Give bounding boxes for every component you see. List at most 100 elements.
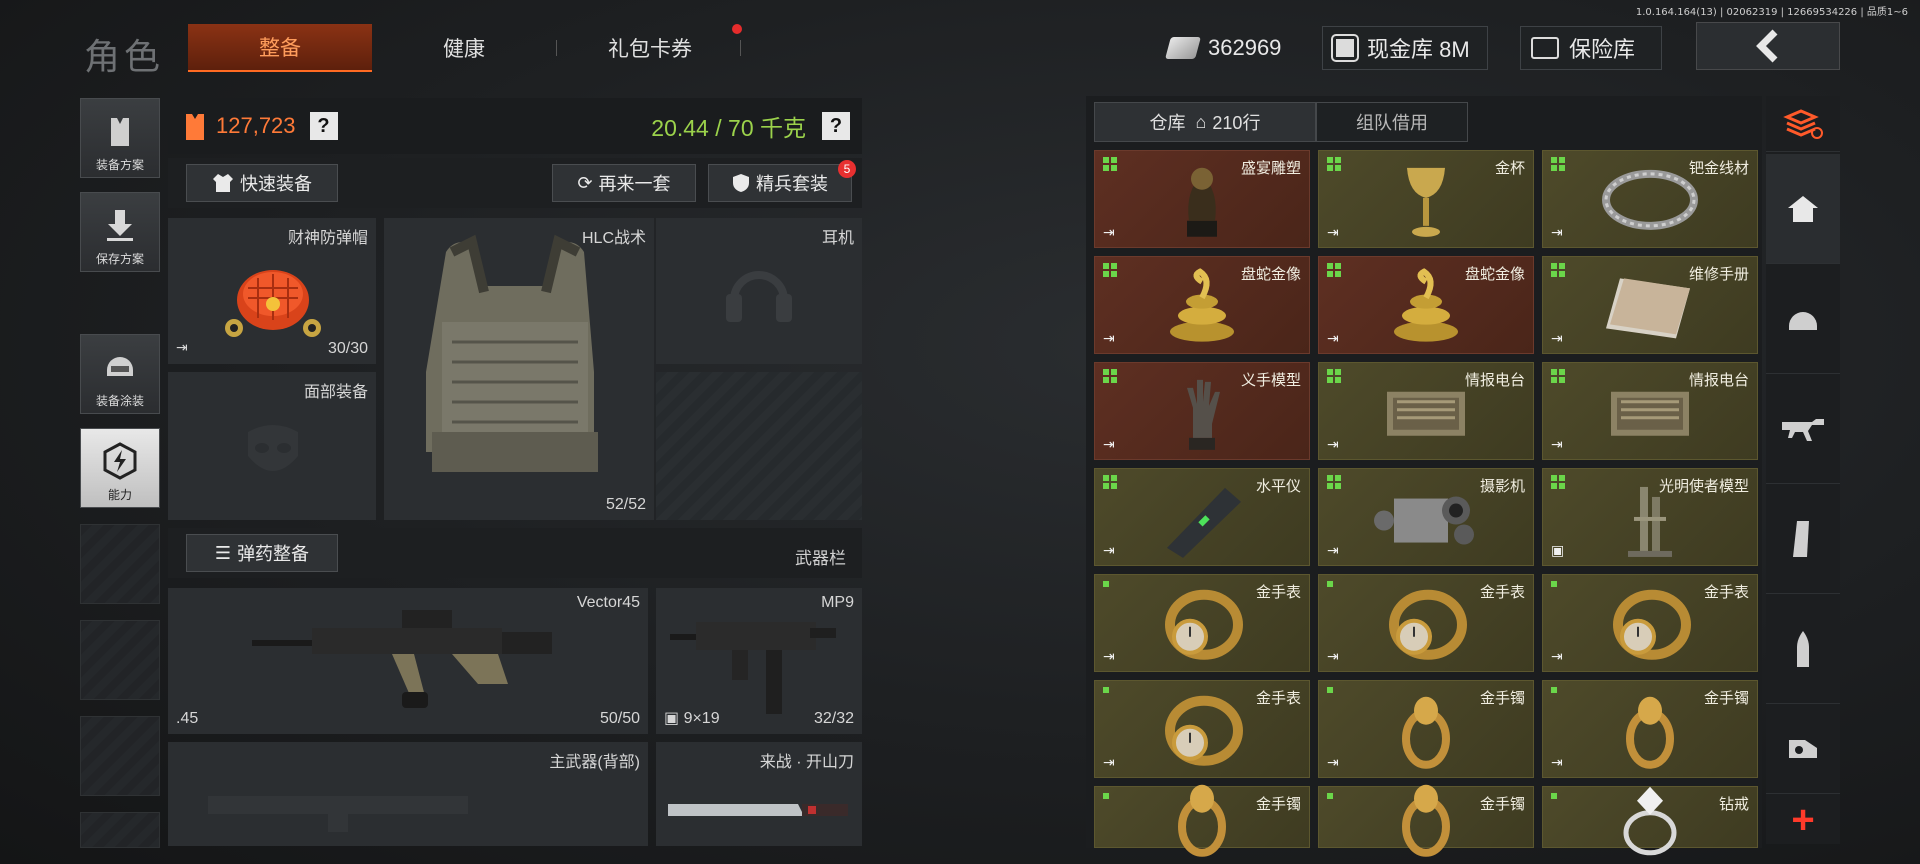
loadout-plan-button[interactable]: 装备方案 bbox=[80, 98, 160, 178]
value-help-button[interactable]: ? bbox=[309, 112, 338, 140]
warehouse-item[interactable]: 盛宴雕塑 ⇥ bbox=[1094, 150, 1310, 248]
empty-gear-slot[interactable] bbox=[656, 372, 862, 520]
warehouse-item[interactable]: 情报电台 ⇥ bbox=[1318, 362, 1534, 460]
wire-item-image bbox=[1595, 160, 1705, 247]
filter-magazine-button[interactable] bbox=[1766, 484, 1840, 594]
safe-button[interactable]: 保险库 bbox=[1520, 26, 1662, 70]
move-out-icon[interactable]: ⇥ bbox=[1327, 330, 1339, 347]
warehouse-item[interactable]: 维修手册 ⇥ bbox=[1542, 256, 1758, 354]
add-button[interactable]: + bbox=[1766, 796, 1840, 844]
warehouse-item[interactable]: 义手模型 ⇥ bbox=[1094, 362, 1310, 460]
move-out-icon[interactable]: ⇥ bbox=[1327, 436, 1339, 453]
move-out-icon[interactable]: ⇥ bbox=[1327, 754, 1339, 771]
home-small-icon: ⌂ bbox=[1195, 111, 1207, 132]
bracelet-item-image bbox=[1396, 691, 1456, 776]
warehouse-item-name: 金手镯 bbox=[1255, 796, 1301, 813]
move-out-icon[interactable]: ⇥ bbox=[1327, 224, 1339, 241]
warehouse-item[interactable]: 钯金线材 ⇥ bbox=[1542, 150, 1758, 248]
move-out-icon[interactable]: ⇥ bbox=[1103, 754, 1115, 771]
warehouse-item[interactable]: 金杯 ⇥ bbox=[1318, 150, 1534, 248]
warehouse-item[interactable]: 钻戒 bbox=[1542, 786, 1758, 856]
back-button[interactable] bbox=[1696, 22, 1840, 70]
weight-help-button[interactable]: ? bbox=[822, 112, 850, 140]
move-out-icon[interactable]: ⇥ bbox=[1103, 330, 1115, 347]
move-out-icon[interactable]: ⇥ bbox=[1551, 754, 1563, 771]
quick-equip-button[interactable]: 快速装备 bbox=[186, 164, 338, 202]
elite-kit-button[interactable]: 精兵套装 bbox=[708, 164, 852, 202]
ammo-equip-button[interactable]: ☰ 弹药整备 bbox=[186, 534, 338, 572]
level-item-image bbox=[1157, 478, 1247, 565]
move-out-icon[interactable]: ⇥ bbox=[1103, 648, 1115, 665]
armor-slot[interactable]: HLC战术 52/52 bbox=[384, 218, 654, 520]
vest-icon bbox=[111, 118, 129, 146]
primary-back-weapon-slot[interactable]: 主武器(背部) bbox=[168, 742, 648, 846]
warehouse-item[interactable]: 金手镯 bbox=[1318, 784, 1534, 857]
item-size-icon bbox=[1103, 475, 1117, 489]
snake-item-image bbox=[1386, 268, 1466, 351]
warehouse-item-name: 水平仪 bbox=[1255, 478, 1301, 495]
warehouse-item[interactable]: 盘蛇金像 ⇥ bbox=[1318, 256, 1534, 354]
equipment-skin-label: 装备涂装 bbox=[95, 394, 144, 408]
watch-item-image bbox=[1608, 585, 1692, 670]
warehouse-item[interactable]: 盘蛇金像 ⇥ bbox=[1094, 256, 1310, 354]
helmet-durability: 30/30 bbox=[327, 340, 368, 357]
move-out-icon[interactable]: ⇥ bbox=[1551, 224, 1563, 241]
face-gear-slot[interactable]: 面部装备 bbox=[168, 372, 376, 520]
filter-home-button[interactable] bbox=[1766, 154, 1840, 264]
cash-icon bbox=[1165, 37, 1201, 59]
ability-button[interactable]: 能力 bbox=[80, 428, 160, 508]
filter-ammo-button[interactable] bbox=[1766, 594, 1840, 704]
warehouse-item-name: 盛宴雕塑 bbox=[1240, 160, 1301, 177]
tab-team-borrow[interactable]: 组队借用 bbox=[1316, 102, 1468, 142]
move-out-icon[interactable]: ⇥ bbox=[1551, 330, 1563, 347]
mp9-ammo: 32/32 bbox=[813, 710, 854, 727]
warehouse-item[interactable]: 金手镯 ⇥ bbox=[1542, 680, 1758, 778]
melee-slot[interactable]: 来战 · 开山刀 bbox=[656, 742, 862, 846]
warehouse-item[interactable]: 光明使者模型 ▣ bbox=[1542, 468, 1758, 566]
storage-sort-button[interactable] bbox=[1766, 96, 1840, 152]
item-size-icon bbox=[1327, 581, 1333, 587]
warehouse-item[interactable]: 金手镯 bbox=[1094, 784, 1310, 857]
move-out-icon[interactable]: ⇥ bbox=[1551, 436, 1563, 453]
move-out-icon[interactable]: ⇥ bbox=[1551, 648, 1563, 665]
tab-equip[interactable]: 整备 bbox=[188, 24, 372, 72]
move-out-icon[interactable]: ⇥ bbox=[1103, 542, 1115, 559]
move-out-icon[interactable]: ⇥ bbox=[1103, 436, 1115, 453]
vector45-item-image bbox=[252, 610, 552, 708]
warehouse-item[interactable]: 金手表 ⇥ bbox=[1318, 574, 1534, 672]
move-out-icon[interactable]: ⇥ bbox=[1103, 224, 1115, 241]
equip-again-button[interactable]: ⟳ 再来一套 bbox=[552, 164, 696, 202]
cash-vault-button[interactable]: 现金库 8M bbox=[1322, 26, 1488, 70]
face-mask-placeholder-icon bbox=[248, 425, 298, 471]
helmet-slot[interactable]: 财神防弹帽 ⇥ 30/30 bbox=[168, 218, 376, 364]
warehouse-item[interactable]: 情报电台 ⇥ bbox=[1542, 362, 1758, 460]
vault-icon bbox=[1331, 34, 1359, 62]
save-plan-button[interactable]: 保存方案 bbox=[80, 192, 160, 272]
warehouse-item[interactable]: 金手表 ⇥ bbox=[1094, 574, 1310, 672]
tab-gift-coupons[interactable]: 礼包卡券 bbox=[558, 24, 742, 72]
warehouse-item[interactable]: 金手表 ⇥ bbox=[1542, 574, 1758, 672]
tab-storage[interactable]: 仓库 ⌂ 210行 bbox=[1094, 102, 1316, 142]
save-plan-label: 保存方案 bbox=[95, 252, 144, 266]
equipment-skin-button[interactable]: 装备涂装 bbox=[80, 334, 160, 414]
headset-slot[interactable]: 耳机 bbox=[656, 218, 862, 364]
warehouse-item[interactable]: 金手表 ⇥ bbox=[1094, 680, 1310, 778]
warehouse-item-name: 金手镯 bbox=[1479, 690, 1525, 707]
equip-again-label: 再来一套 bbox=[598, 174, 671, 194]
back-arrow-icon bbox=[1756, 29, 1778, 63]
box-icon[interactable]: ▣ bbox=[1551, 542, 1564, 559]
move-out-icon[interactable]: ⇥ bbox=[1327, 648, 1339, 665]
item-size-icon bbox=[1327, 687, 1333, 693]
tab-health[interactable]: 健康 bbox=[372, 24, 556, 72]
warehouse-item[interactable]: 水平仪 ⇥ bbox=[1094, 468, 1310, 566]
warehouse-item[interactable]: 摄影机 ⇥ bbox=[1318, 468, 1534, 566]
filter-rifle-button[interactable] bbox=[1766, 374, 1840, 484]
filter-helmet-button[interactable] bbox=[1766, 264, 1840, 374]
unequip-icon[interactable]: ⇥ bbox=[176, 339, 188, 356]
filter-attachment-button[interactable] bbox=[1766, 704, 1840, 794]
weapon-slot-mp9[interactable]: MP9 ▣ 9×19 32/32 bbox=[656, 588, 862, 734]
weapon-slot-vector45[interactable]: Vector45 .45 50/50 bbox=[168, 588, 648, 734]
warehouse-item-name: 金杯 bbox=[1494, 160, 1525, 177]
move-out-icon[interactable]: ⇥ bbox=[1327, 542, 1339, 559]
warehouse-item[interactable]: 金手镯 ⇥ bbox=[1318, 680, 1534, 778]
